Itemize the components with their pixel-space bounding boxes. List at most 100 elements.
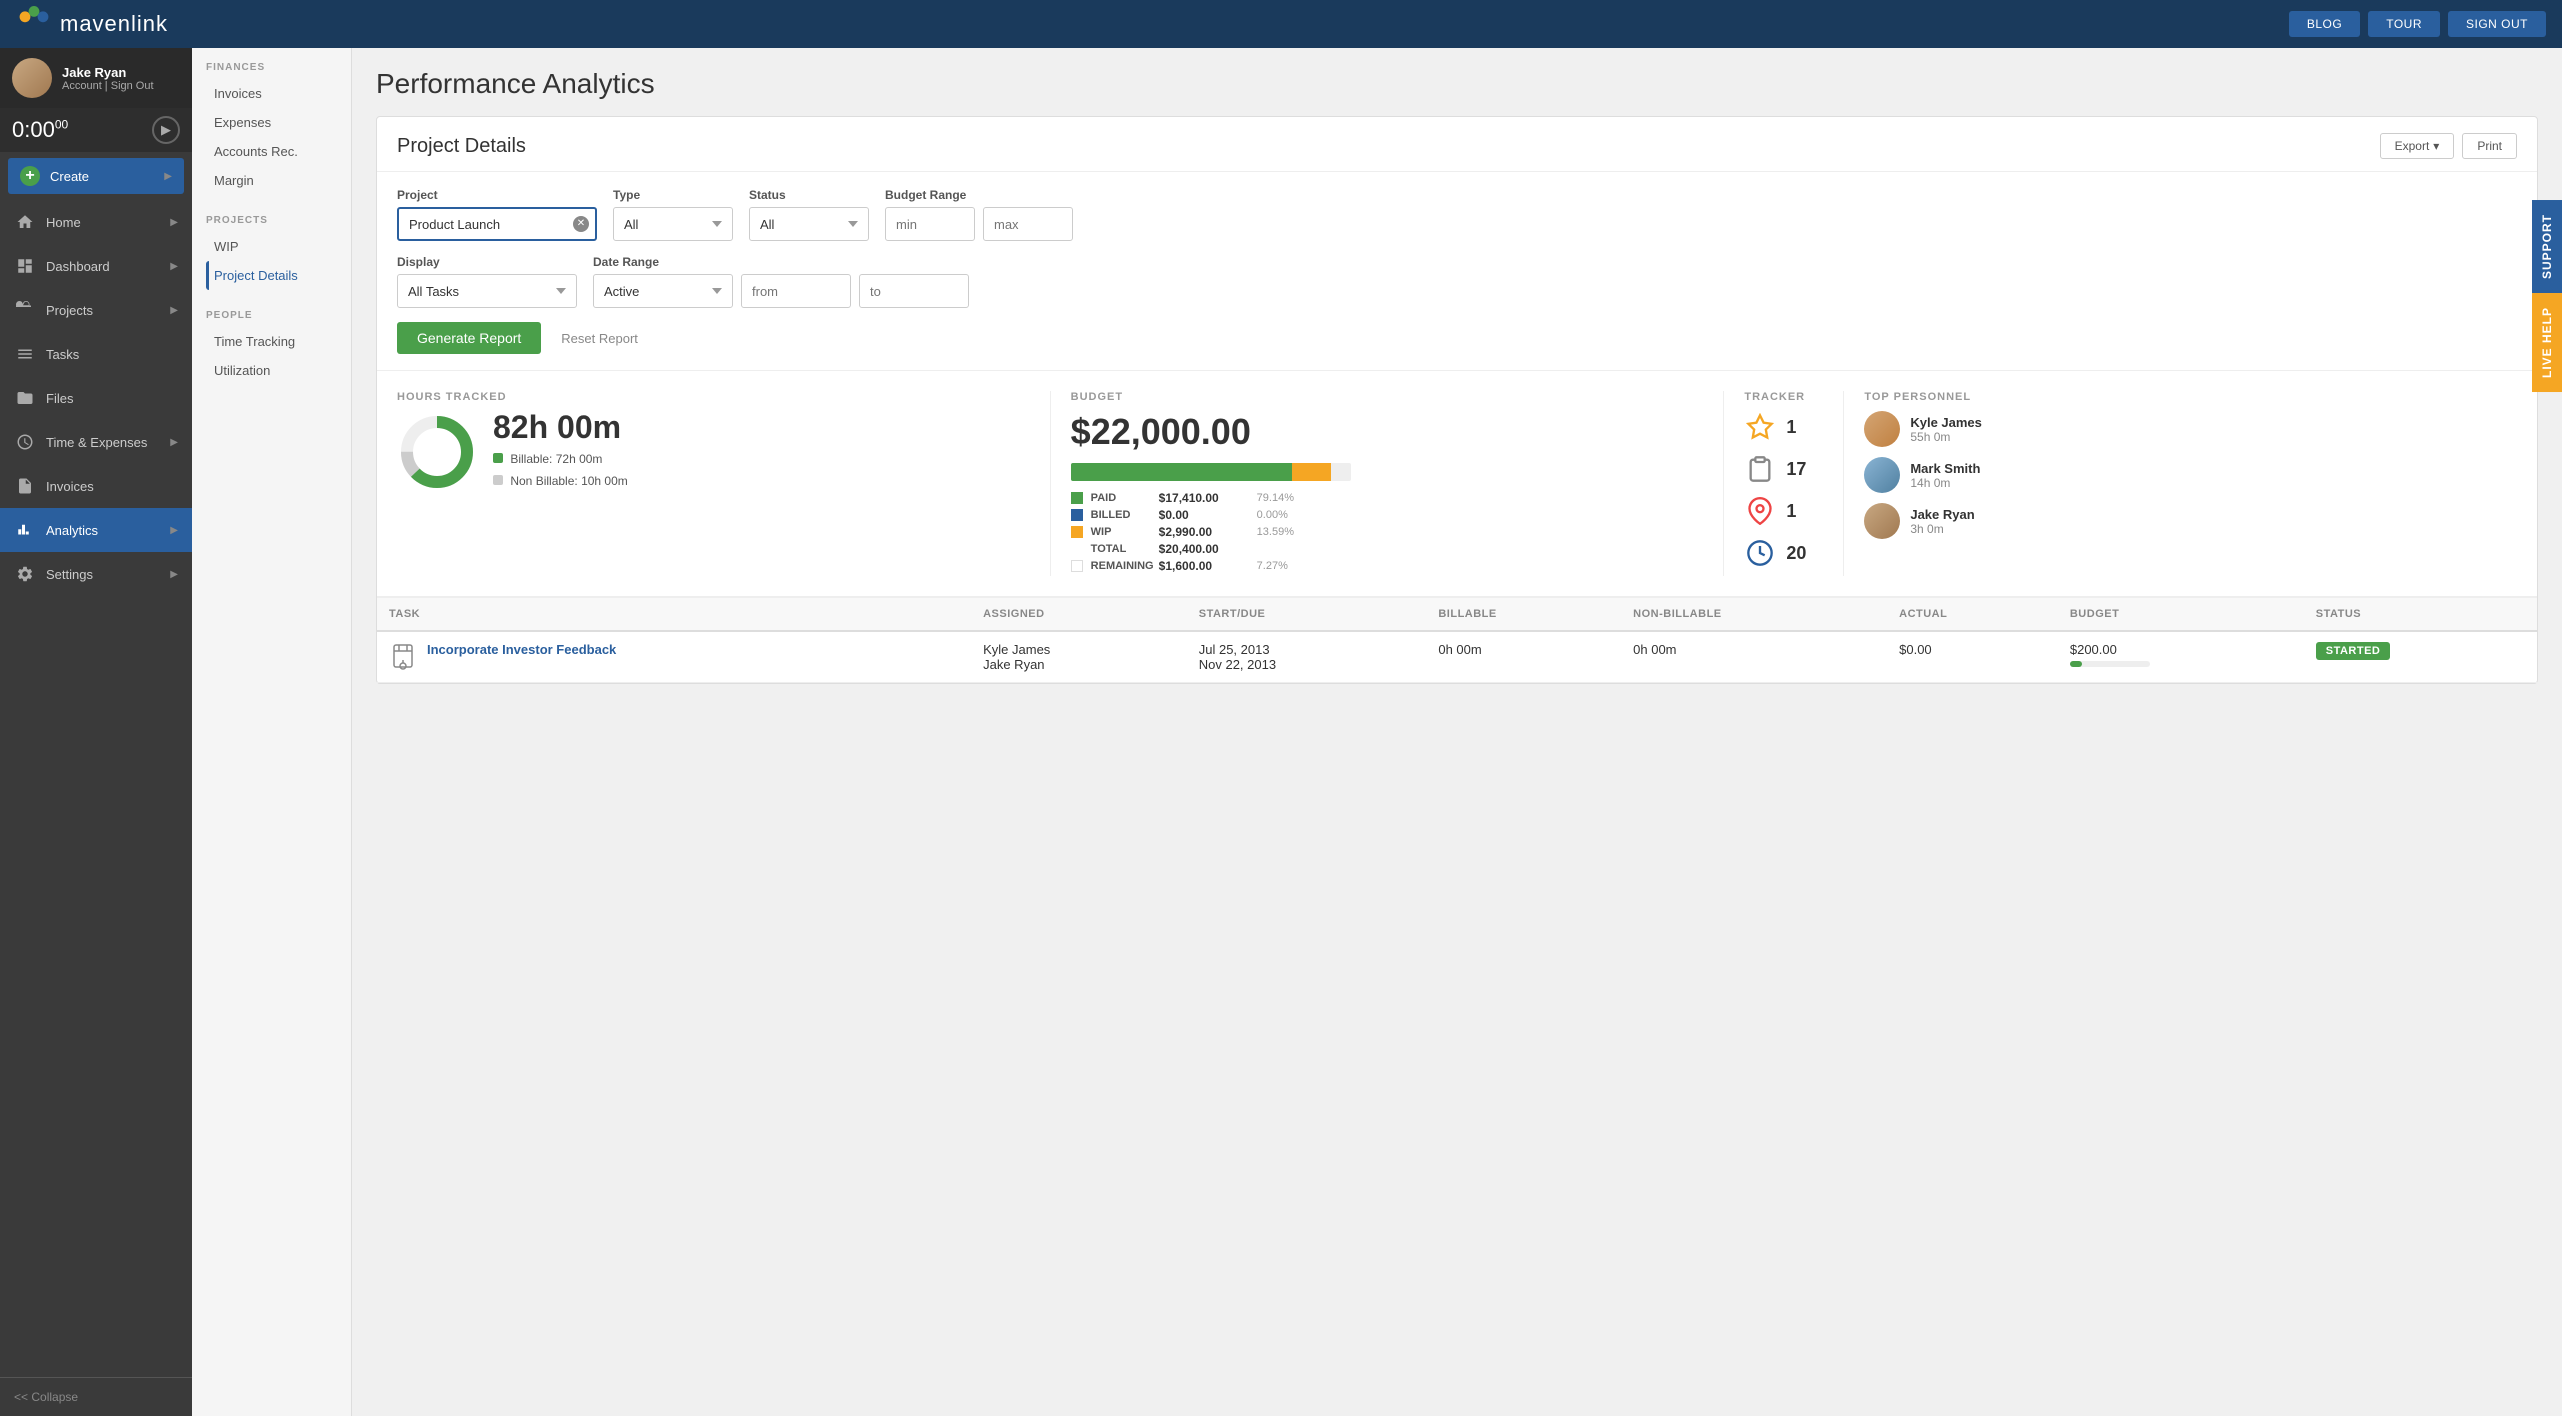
status-badge: STARTED xyxy=(2316,642,2391,660)
budget-bar xyxy=(1071,463,1351,481)
budget-total: $22,000.00 xyxy=(1071,411,1704,453)
projects-section: PROJECTS WIP Project Details xyxy=(192,201,351,296)
assigned-person-2: Jake Ryan xyxy=(983,657,1175,672)
export-button[interactable]: Export ▾ xyxy=(2380,133,2455,159)
budget-row-remaining: REMAINING $1,600.00 7.27% xyxy=(1071,559,1704,573)
nav-utilization[interactable]: Utilization xyxy=(206,356,337,385)
user-name: Jake Ryan xyxy=(62,65,154,80)
pin-icon xyxy=(1744,495,1776,527)
budget-progress-fill xyxy=(2070,661,2082,667)
tracker-count-star: 1 xyxy=(1786,417,1796,438)
tracker-count-clipboard: 17 xyxy=(1786,459,1806,480)
people-section: PEOPLE Time Tracking Utilization xyxy=(192,296,351,391)
nav-margin[interactable]: Margin xyxy=(206,166,337,195)
budget-row-wip: WIP $2,990.00 13.59% xyxy=(1071,525,1704,539)
billable-hours: 72h 00m xyxy=(556,452,603,466)
personnel-hours-jake: 3h 0m xyxy=(1910,522,1974,536)
billed-pct: 0.00% xyxy=(1257,509,1288,521)
type-label: Type xyxy=(613,188,733,202)
personnel-list: Kyle James 55h 0m Mark Smith 14h 0m xyxy=(1864,411,2497,539)
sidebar-item-files[interactable]: Files xyxy=(0,376,192,420)
sidebar-item-settings[interactable]: Settings ▶ xyxy=(0,552,192,596)
date-to-input[interactable] xyxy=(859,274,969,308)
avatar xyxy=(12,58,52,98)
personnel-name-jake: Jake Ryan xyxy=(1910,507,1974,522)
nav-accounts-rec[interactable]: Accounts Rec. xyxy=(206,137,337,166)
date-range-select[interactable]: Active xyxy=(593,274,733,308)
project-clear-button[interactable]: ✕ xyxy=(573,216,589,232)
sidebar-item-invoices[interactable]: Invoices xyxy=(0,464,192,508)
non-billable-hours: 10h 00m xyxy=(581,474,628,488)
non-billable-dot xyxy=(493,475,503,485)
sub-sidebar: FINANCES Invoices Expenses Accounts Rec.… xyxy=(192,48,352,1416)
chevron-right-icon: ▶ xyxy=(164,171,172,182)
col-assigned: ASSIGNED xyxy=(971,598,1187,631)
task-name[interactable]: Incorporate Investor Feedback xyxy=(427,642,616,657)
budget-max-input[interactable] xyxy=(983,207,1073,241)
date-from-input[interactable] xyxy=(741,274,851,308)
collapse-button[interactable]: << Collapse xyxy=(0,1377,192,1416)
tour-button[interactable]: TOUR xyxy=(2368,11,2440,37)
analytics-icon xyxy=(14,519,36,541)
sidebar-item-create[interactable]: + Create ▶ xyxy=(8,158,184,194)
logo[interactable]: mavenlink xyxy=(16,6,168,42)
personnel-hours-mark: 14h 0m xyxy=(1910,476,1980,490)
status-select[interactable]: All xyxy=(749,207,869,241)
chevron-right-icon: ▶ xyxy=(170,437,178,448)
due-date: Nov 22, 2013 xyxy=(1199,657,1415,672)
nav-project-details[interactable]: Project Details xyxy=(206,261,337,290)
avatar-kyle xyxy=(1864,411,1900,447)
sidebar-item-analytics[interactable]: Analytics ▶ xyxy=(0,508,192,552)
blog-button[interactable]: BLOG xyxy=(2289,11,2360,37)
project-input[interactable] xyxy=(397,207,597,241)
nav-wip[interactable]: WIP xyxy=(206,232,337,261)
plus-icon: + xyxy=(20,166,40,186)
billed-dot xyxy=(1071,509,1083,521)
report-actions: Generate Report Reset Report xyxy=(397,322,2517,354)
hours-total: 82h 00m xyxy=(493,411,628,443)
sidebar-item-time-expenses[interactable]: Time & Expenses ▶ xyxy=(0,420,192,464)
live-help-tab[interactable]: LIVE HELP xyxy=(2532,293,2562,392)
reset-report-button[interactable]: Reset Report xyxy=(551,323,648,354)
hours-info: 82h 00m Billable: 72h 00m Non Billable: … xyxy=(493,411,628,492)
sign-out-button[interactable]: SIGN OUT xyxy=(2448,11,2546,37)
col-task: TASK xyxy=(377,598,971,631)
personnel-item-jake: Jake Ryan 3h 0m xyxy=(1864,503,2497,539)
budget-min-input[interactable] xyxy=(885,207,975,241)
support-tab[interactable]: SUPPORT xyxy=(2532,200,2562,293)
nav-expenses[interactable]: Expenses xyxy=(206,108,337,137)
top-personnel-block: TOP PERSONNEL Kyle James 55h 0m Mark Smi… xyxy=(1844,391,2517,576)
filters-row-2: Display All Tasks Date Range Active xyxy=(397,255,2517,308)
status-filter: Status All xyxy=(749,188,869,241)
card-actions: Export ▾ Print xyxy=(2380,133,2517,159)
nav-time-tracking[interactable]: Time Tracking xyxy=(206,327,337,356)
print-button[interactable]: Print xyxy=(2462,133,2517,159)
account-link[interactable]: Account xyxy=(62,80,102,92)
sidebar-item-tasks[interactable]: Tasks xyxy=(0,332,192,376)
sidebar-item-dashboard[interactable]: Dashboard ▶ xyxy=(0,244,192,288)
sidebar-item-home[interactable]: Home ▶ xyxy=(0,200,192,244)
chevron-right-icon: ▶ xyxy=(170,569,178,580)
task-cell: Incorporate Investor Feedback xyxy=(377,631,971,683)
user-section: Jake Ryan Account | Sign Out xyxy=(0,48,192,108)
generate-report-button[interactable]: Generate Report xyxy=(397,322,541,354)
sidebar-item-projects[interactable]: Projects ▶ xyxy=(0,288,192,332)
date-cell: Jul 25, 2013 Nov 22, 2013 xyxy=(1187,631,1427,683)
non-billable-cell: 0h 00m xyxy=(1621,631,1887,683)
budget-bar-paid xyxy=(1071,463,1292,481)
sign-out-link[interactable]: Sign Out xyxy=(111,80,154,92)
project-filter: Project ✕ xyxy=(397,188,597,241)
date-range-filter: Date Range Active xyxy=(593,255,969,308)
display-select[interactable]: All Tasks xyxy=(397,274,577,308)
avatar-jake xyxy=(1864,503,1900,539)
timer-play-button[interactable]: ▶ xyxy=(152,116,180,144)
stats-section: HOURS TRACKED 82h 00m Billable: xyxy=(377,370,2537,596)
table-header: TASK ASSIGNED START/DUE BILLABLE NON-BIL… xyxy=(377,598,2537,631)
nav-invoices[interactable]: Invoices xyxy=(206,79,337,108)
user-links: Account | Sign Out xyxy=(62,80,154,92)
type-select[interactable]: All xyxy=(613,207,733,241)
non-billable-label: Non Billable: xyxy=(510,474,577,488)
top-navigation: mavenlink BLOG TOUR SIGN OUT xyxy=(0,0,2562,48)
remaining-pct: 7.27% xyxy=(1257,560,1288,572)
remaining-amount: $1,600.00 xyxy=(1159,559,1249,573)
